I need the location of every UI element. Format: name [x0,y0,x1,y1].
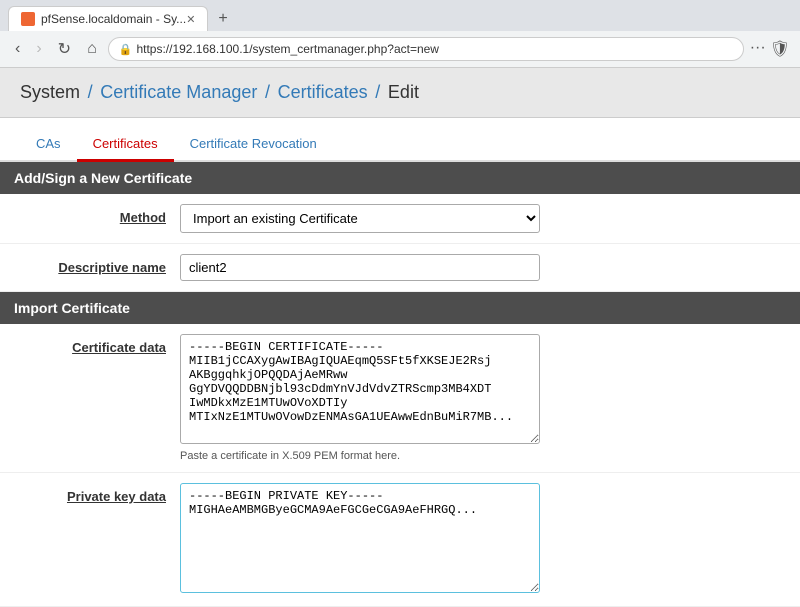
tab-certificate-revocation[interactable]: Certificate Revocation [174,128,333,162]
tab-title: pfSense.localdomain - Sy... [41,12,186,26]
lock-icon: 🔒 [119,43,133,56]
import-section: Import Certificate Certificate data ----… [0,292,800,607]
breadcrumb: System / Certificate Manager / Certifica… [0,68,800,118]
home-button[interactable]: ⌂ [82,38,102,60]
tab-favicon [21,12,35,26]
more-options[interactable]: ··· [750,39,766,59]
descriptive-name-label: Descriptive name [20,254,180,275]
breadcrumb-system: System [20,82,80,102]
address-bar[interactable]: 🔒 https://192.168.100.1/system_certmanag… [108,37,744,61]
private-key-control: -----BEGIN PRIVATE KEY----- MIGHAeAMBMGB… [180,483,780,596]
active-tab[interactable]: pfSense.localdomain - Sy... ✕ [8,6,208,31]
add-sign-section: Add/Sign a New Certificate Method Import… [0,162,800,292]
private-key-textarea[interactable]: -----BEGIN PRIVATE KEY----- MIGHAeAMBMGB… [180,483,540,593]
descriptive-name-row: Descriptive name [0,244,800,292]
cert-data-row: Certificate data -----BEGIN CERTIFICATE-… [0,324,800,473]
back-button[interactable]: ‹ [10,38,25,60]
cert-data-textarea[interactable]: -----BEGIN CERTIFICATE----- MIIB1jCCAXyg… [180,334,540,444]
breadcrumb-certificates[interactable]: Certificates [278,82,368,102]
page-tabs: CAs Certificates Certificate Revocation [0,118,800,162]
cert-data-control: -----BEGIN CERTIFICATE----- MIIB1jCCAXyg… [180,334,780,462]
tab-bar: pfSense.localdomain - Sy... ✕ + [0,0,800,31]
method-label: Method [20,204,180,225]
reload-button[interactable]: ↻ [53,37,76,61]
breadcrumb-sep1: / [88,82,93,102]
descriptive-name-input[interactable] [180,254,540,281]
descriptive-name-control [180,254,780,281]
method-select[interactable]: Import an existing Certificate Create an… [180,204,540,233]
tab-close-button[interactable]: ✕ [186,13,195,26]
tab-certificates[interactable]: Certificates [77,128,174,162]
browser-chrome: pfSense.localdomain - Sy... ✕ + ‹ › ↻ ⌂ … [0,0,800,68]
method-control: Import an existing Certificate Create an… [180,204,780,233]
method-row: Method Import an existing Certificate Cr… [0,194,800,244]
cert-data-label: Certificate data [20,334,180,355]
page-content: System / Certificate Manager / Certifica… [0,68,800,607]
address-text: https://192.168.100.1/system_certmanager… [136,42,732,56]
private-key-label: Private key data [20,483,180,504]
cert-hint: Paste a certificate in X.509 PEM format … [180,450,780,462]
nav-extra: ··· 🛡 [750,39,790,59]
tab-cas[interactable]: CAs [20,128,77,162]
breadcrumb-sep2: / [265,82,270,102]
breadcrumb-edit: Edit [388,82,419,102]
new-tab-button[interactable]: + [212,8,233,30]
import-section-header: Import Certificate [0,292,800,324]
breadcrumb-sep3: / [375,82,380,102]
breadcrumb-cert-manager[interactable]: Certificate Manager [100,82,257,102]
private-key-row: Private key data -----BEGIN PRIVATE KEY-… [0,473,800,607]
add-section-header: Add/Sign a New Certificate [0,162,800,194]
nav-bar: ‹ › ↻ ⌂ 🔒 https://192.168.100.1/system_c… [0,31,800,67]
shield-icon: 🛡 [770,39,790,59]
forward-button[interactable]: › [31,38,46,60]
